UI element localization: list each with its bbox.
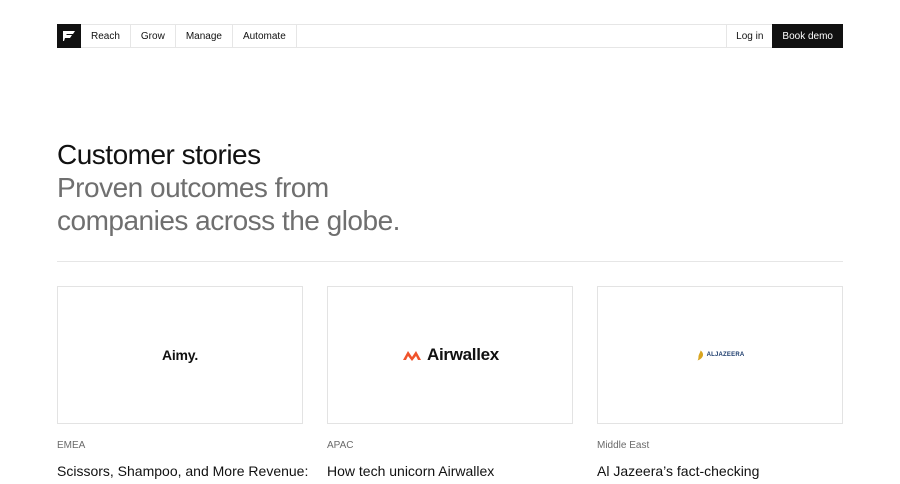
nav-links: Reach Grow Manage Automate <box>81 24 727 48</box>
top-nav: Reach Grow Manage Automate Log in Book d… <box>57 24 843 48</box>
region-label: Middle East <box>597 440 650 451</box>
story-title[interactable]: Al Jazeera’s fact-checking <box>597 463 843 479</box>
aimy-logo: Aimy. <box>161 347 199 363</box>
aljazeera-wordmark: ALJAZEERA <box>706 352 745 358</box>
nav-actions: Log in Book demo <box>726 24 843 48</box>
page-title: Customer stories <box>57 139 261 170</box>
story-card-airwallex[interactable]: Airwallex APAC How tech unicorn Airwalle… <box>327 286 573 479</box>
page-subtitle-line-1: Proven outcomes from <box>57 172 329 203</box>
airwallex-mark-icon <box>403 351 422 361</box>
section-divider <box>57 261 843 262</box>
airwallex-wordmark: Airwallex <box>427 345 499 364</box>
card-logo-box: Airwallex <box>327 286 573 424</box>
login-button[interactable]: Log in <box>726 24 773 48</box>
card-logo-box: ALJAZEERA <box>597 286 843 424</box>
region-label: EMEA <box>57 440 86 451</box>
story-cards: Aimy. EMEA Scissors, Shampoo, and More R… <box>57 286 843 479</box>
story-title[interactable]: How tech unicorn Airwallex <box>327 463 573 479</box>
region-label: APAC <box>327 440 354 451</box>
aljazeera-logo: ALJAZEERA <box>696 350 745 361</box>
book-demo-button[interactable]: Book demo <box>772 24 843 48</box>
aljazeera-mark-icon <box>697 350 703 360</box>
card-logo-box: Aimy. <box>57 286 303 424</box>
hero: Customer stories Proven outcomes from co… <box>57 138 657 237</box>
nav-link-automate[interactable]: Automate <box>233 25 297 47</box>
story-card-aljazeera[interactable]: ALJAZEERA Middle East Al Jazeera’s fact-… <box>597 286 843 479</box>
airwallex-logo: Airwallex <box>401 345 499 365</box>
page-subtitle-line-2: companies across the globe. <box>57 205 400 236</box>
nav-link-manage[interactable]: Manage <box>176 25 233 47</box>
story-title[interactable]: Scissors, Shampoo, and More Revenue: <box>57 463 308 479</box>
nav-link-grow[interactable]: Grow <box>131 25 176 47</box>
brand-logo-icon[interactable] <box>57 24 81 48</box>
nav-link-reach[interactable]: Reach <box>81 25 131 47</box>
story-card-aimy[interactable]: Aimy. EMEA Scissors, Shampoo, and More R… <box>57 286 308 479</box>
